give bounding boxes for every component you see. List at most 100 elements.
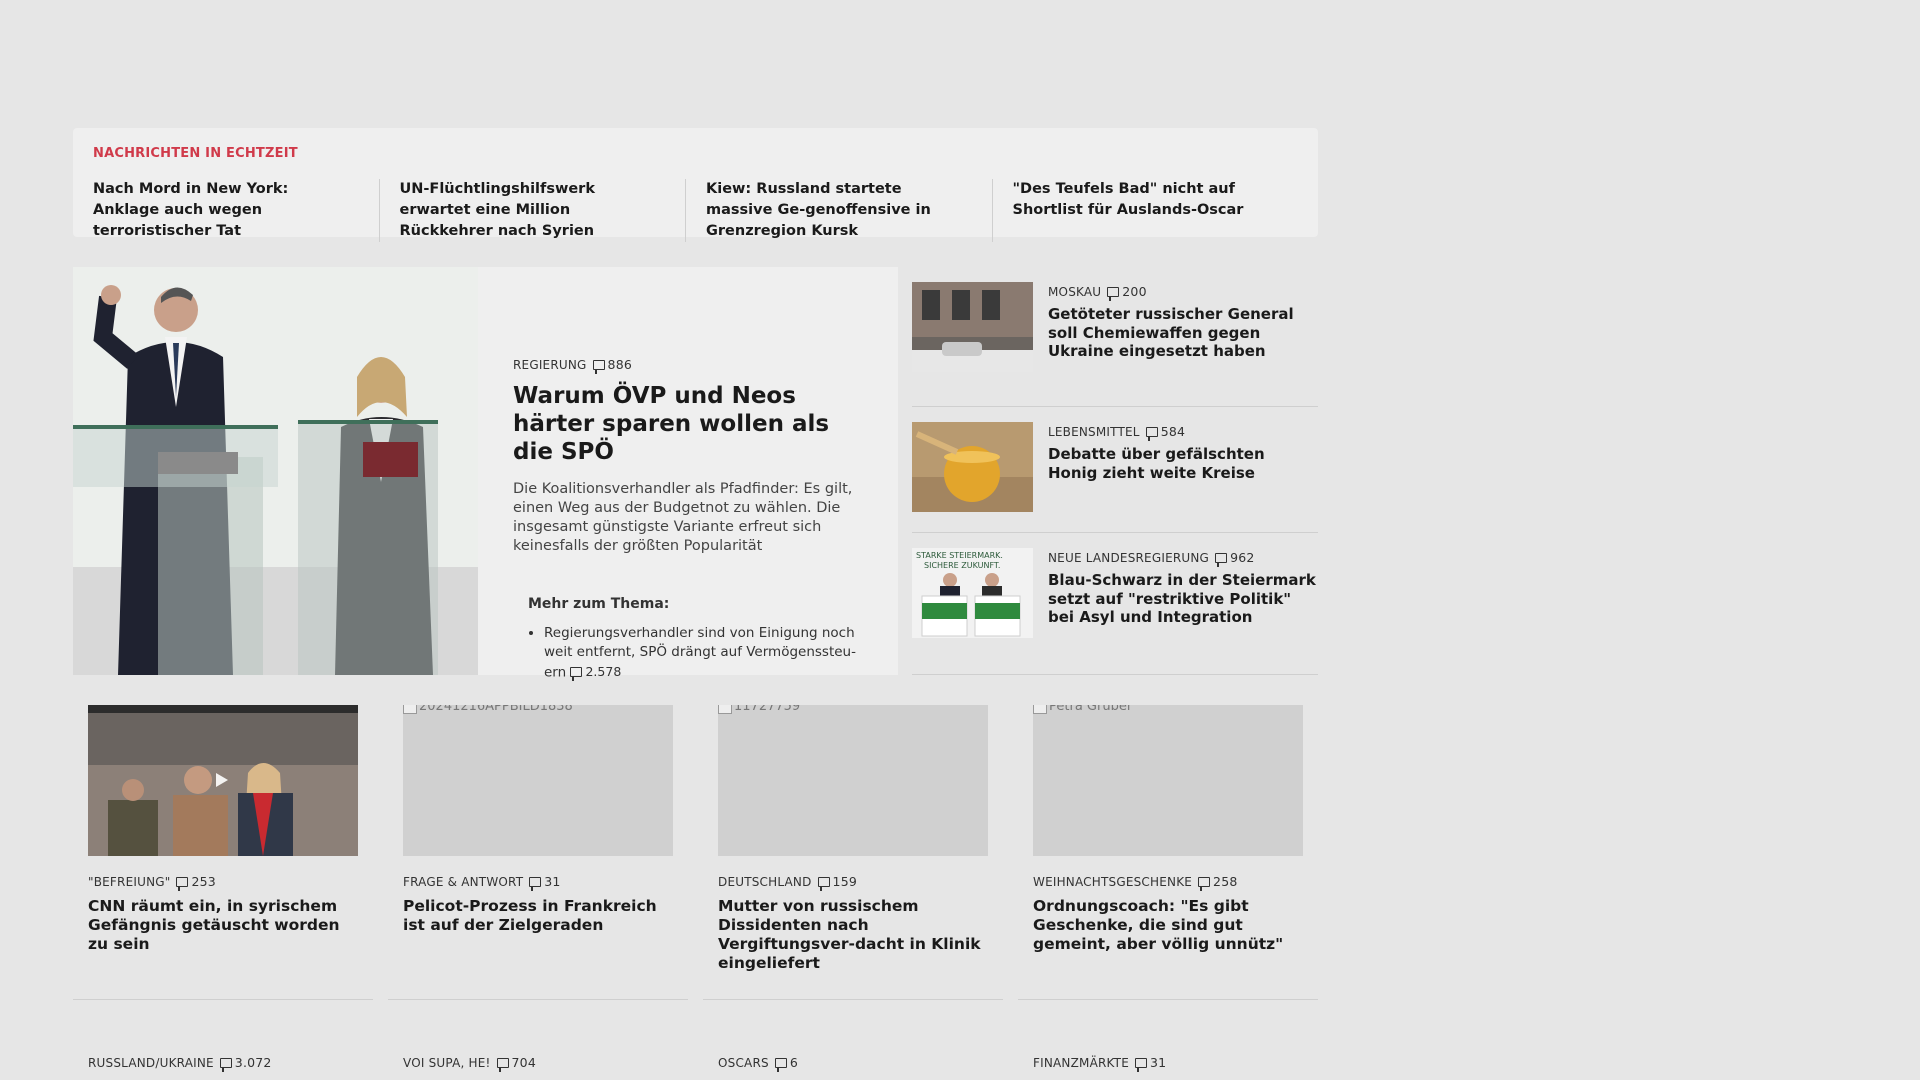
image-alt-text: 11727759 xyxy=(734,705,801,714)
article-card[interactable]: 11727759 DEUTSCHLAND 159 Mutter von russ… xyxy=(703,705,1003,1000)
article-card[interactable]: 20241216APPBILD1838 FRAGE & ANTWORT 31 P… xyxy=(388,705,688,1000)
comment-count[interactable]: 31 xyxy=(529,874,560,891)
ticker-item[interactable]: UN-Flüchtlingshilfswerk erwartet eine Mi… xyxy=(378,179,686,242)
kicker-label: NEUE LANDESREGIERUNG xyxy=(1048,550,1210,565)
related-title: Mehr zum Thema: xyxy=(528,596,670,612)
comment-count[interactable]: 253 xyxy=(176,874,216,891)
bottom-kicker[interactable]: VOI SUPA, HE! 704 xyxy=(388,1055,688,1072)
side-kicker: MOSKAU 200 xyxy=(1048,284,1318,301)
side-kicker: NEUE LANDESREGIERUNG 962 xyxy=(1048,550,1318,567)
ticker-item[interactable]: Nach Mord in New York: Anklage auch wege… xyxy=(93,179,379,242)
bottom-kicker[interactable]: RUSSLAND/UKRAINE 3.072 xyxy=(73,1055,373,1072)
card-kicker: "BEFREIUNG" 253 xyxy=(88,874,358,891)
card-image-broken[interactable]: 11727759 xyxy=(718,705,988,856)
kicker-label: RUSSLAND/UKRAINE xyxy=(88,1055,214,1070)
comment-number: 962 xyxy=(1230,550,1255,565)
lead-image[interactable] xyxy=(73,267,478,675)
article-grid: "BEFREIUNG" 253 CNN räumt ein, in syrisc… xyxy=(73,705,1318,1000)
side-kicker: LEBENSMITTEL 584 xyxy=(1048,424,1318,441)
comment-count[interactable]: 886 xyxy=(592,357,632,374)
ticker-items: Nach Mord in New York: Anklage auch wege… xyxy=(93,179,1298,242)
card-title[interactable]: Ordnungscoach: "Es gibt Geschenke, die s… xyxy=(1033,897,1303,954)
kicker-label: DEUTSCHLAND xyxy=(718,874,812,889)
article-card[interactable]: "BEFREIUNG" 253 CNN räumt ein, in syrisc… xyxy=(73,705,373,1000)
comment-number: 159 xyxy=(832,874,858,889)
side-article[interactable]: STARKE STEIERMARK. SICHERE ZUKUNFT. NEUE… xyxy=(912,533,1318,675)
comment-number: 258 xyxy=(1213,874,1238,889)
comment-count[interactable]: 31 xyxy=(1134,1055,1167,1072)
comment-number: 3.072 xyxy=(234,1055,272,1070)
kicker-label: WEIHNACHTSGESCHENKE xyxy=(1033,874,1193,889)
comment-count[interactable]: 3.072 xyxy=(219,1055,272,1072)
comment-icon xyxy=(1145,426,1158,441)
card-title[interactable]: CNN räumt ein, in syrischem Gefängnis ge… xyxy=(88,897,358,954)
comment-number: 200 xyxy=(1122,284,1147,299)
comment-icon xyxy=(774,1057,787,1072)
ticker-item[interactable]: Kiew: Russland startete massive Ge-genof… xyxy=(685,179,992,242)
card-image-broken[interactable]: Petra Gruber xyxy=(1033,705,1303,856)
lead-kicker: REGIERUNG 886 xyxy=(513,357,868,374)
comment-number: 31 xyxy=(1149,1055,1167,1070)
bottom-kicker[interactable]: OSCARS 6 xyxy=(703,1055,1003,1072)
side-thumbnail[interactable]: STARKE STEIERMARK. SICHERE ZUKUNFT. xyxy=(912,548,1033,638)
card-image[interactable] xyxy=(88,705,358,856)
kicker-label: "BEFREIUNG" xyxy=(88,874,171,889)
side-text: LEBENSMITTEL 584 Debatte über gefälschte… xyxy=(1048,422,1318,532)
related-topics: Mehr zum Thema: Regierungsverhandler sin… xyxy=(513,596,868,683)
comment-number: 2.578 xyxy=(585,664,622,679)
card-image-broken[interactable]: 20241216APPBILD1838 xyxy=(403,705,673,856)
side-thumbnail[interactable] xyxy=(912,282,1033,372)
broken-image-icon xyxy=(718,705,732,714)
card-title[interactable]: Mutter von russischem Dissidenten nach V… xyxy=(718,897,988,973)
side-article[interactable]: LEBENSMITTEL 584 Debatte über gefälschte… xyxy=(912,407,1318,533)
comment-icon xyxy=(1107,286,1120,301)
lead-article[interactable]: REGIERUNG 886 Warum ÖVP und Neos härter … xyxy=(73,267,898,681)
side-article[interactable]: MOSKAU 200 Getöteter russischer General … xyxy=(912,267,1318,407)
comment-number: 253 xyxy=(191,874,216,889)
side-thumbnail[interactable] xyxy=(912,422,1033,512)
card-title[interactable]: Pelicot-Prozess in Frankreich ist auf de… xyxy=(403,897,673,935)
comment-icon xyxy=(219,1057,232,1072)
comment-icon xyxy=(176,876,189,891)
related-item[interactable]: Regierungsverhandler sind von Einigung n… xyxy=(544,624,868,683)
ticker-item[interactable]: "Des Teufels Bad" nicht auf Shortlist fü… xyxy=(991,179,1299,242)
comment-count[interactable]: 2.578 xyxy=(570,662,621,681)
article-card[interactable]: Petra Gruber WEIHNACHTSGESCHENKE 258 Ord… xyxy=(1018,705,1318,1000)
broken-image-icon xyxy=(1033,705,1047,714)
next-row-kickers: RUSSLAND/UKRAINE 3.072 VOI SUPA, HE! 704… xyxy=(73,1055,1318,1072)
kicker-label: VOI SUPA, HE! xyxy=(403,1055,491,1070)
kicker-label: OSCARS xyxy=(718,1055,769,1070)
live-news-ticker: NACHRICHTEN IN ECHTZEIT Nach Mord in New… xyxy=(73,128,1318,242)
comment-count[interactable]: 159 xyxy=(817,874,858,891)
kicker-label: FRAGE & ANTWORT xyxy=(403,874,524,889)
lead-title[interactable]: Warum ÖVP und Neos härter sparen wollen … xyxy=(513,382,868,466)
image-alt-text: Petra Gruber xyxy=(1049,705,1133,714)
comment-number: 704 xyxy=(511,1055,536,1070)
side-text: NEUE LANDESREGIERUNG 962 Blau-Schwarz in… xyxy=(1048,548,1318,674)
press-conference-photo xyxy=(73,267,478,675)
broken-image-icon xyxy=(403,705,417,714)
side-text: MOSKAU 200 Getöteter russischer General … xyxy=(1048,282,1318,406)
comment-icon xyxy=(817,876,830,891)
comment-count[interactable]: 6 xyxy=(774,1055,798,1072)
comment-icon xyxy=(529,876,542,891)
side-articles: MOSKAU 200 Getöteter russischer General … xyxy=(912,267,1318,675)
side-title[interactable]: Debatte über gefälschten Honig zieht wei… xyxy=(1048,445,1318,482)
bottom-kicker[interactable]: FINANZMÄRKTE 31 xyxy=(1018,1055,1318,1072)
card-kicker: WEIHNACHTSGESCHENKE 258 xyxy=(1033,874,1303,891)
side-title[interactable]: Getöteter russischer General soll Chemie… xyxy=(1048,305,1318,361)
comment-count[interactable]: 704 xyxy=(496,1055,536,1072)
broken-image: 11727759 xyxy=(718,705,800,714)
broken-image: Petra Gruber xyxy=(1033,705,1132,714)
comment-count[interactable]: 258 xyxy=(1198,874,1238,891)
side-title[interactable]: Blau-Schwarz in der Steiermark setzt auf… xyxy=(1048,571,1318,627)
comment-number: 6 xyxy=(789,1055,798,1070)
related-list: Regierungsverhandler sind von Einigung n… xyxy=(528,624,868,683)
comment-count[interactable]: 962 xyxy=(1215,550,1255,567)
broken-image: 20241216APPBILD1838 xyxy=(403,705,573,714)
top-stories: REGIERUNG 886 Warum ÖVP und Neos härter … xyxy=(73,267,1318,681)
card-kicker: DEUTSCHLAND 159 xyxy=(718,874,988,891)
kicker-label: REGIERUNG xyxy=(513,357,587,372)
comment-count[interactable]: 200 xyxy=(1107,284,1147,301)
comment-count[interactable]: 584 xyxy=(1145,424,1185,441)
